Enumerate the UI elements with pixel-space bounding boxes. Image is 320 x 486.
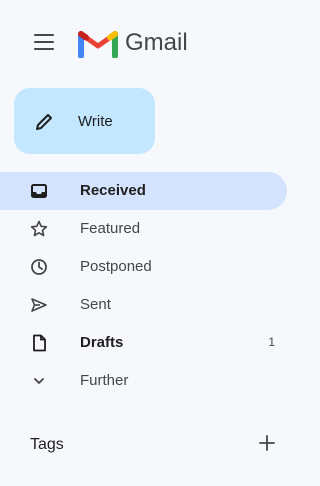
nav-item-sent[interactable]: Sent — [0, 286, 305, 324]
nav-item-postponed[interactable]: Postponed — [0, 248, 305, 286]
nav-item-label: Drafts — [80, 334, 124, 351]
inbox-icon — [31, 184, 47, 198]
drafts-count: 1 — [268, 335, 275, 349]
tags-heading: Tags — [30, 436, 64, 453]
nav-item-label: Further — [80, 372, 129, 389]
nav-item-label: Postponed — [80, 258, 152, 275]
clock-icon — [31, 259, 47, 275]
menu-icon[interactable] — [34, 34, 54, 50]
plus-icon[interactable] — [258, 434, 276, 452]
pencil-icon — [36, 114, 52, 130]
app-brand: Gmail — [125, 29, 188, 56]
write-button-label: Write — [78, 113, 113, 130]
star-icon — [30, 220, 48, 237]
chevron-down-icon — [34, 378, 44, 384]
send-icon — [31, 298, 47, 312]
nav-item-label: Received — [80, 182, 146, 199]
nav-item-label: Featured — [80, 220, 141, 237]
tags-section: Tags — [0, 426, 305, 466]
nav-item-received[interactable]: Received — [0, 172, 287, 210]
nav-item-label: Sent — [80, 296, 111, 313]
top-bar: Gmail — [0, 0, 305, 84]
nav-item-drafts[interactable]: Drafts 1 — [0, 324, 305, 362]
nav-item-further[interactable]: Further — [0, 362, 305, 400]
gmail-logo — [78, 31, 118, 58]
nav-list: Received Featured Postponed Sent Drafts … — [0, 172, 305, 400]
file-icon — [33, 334, 46, 352]
write-button[interactable]: Write — [14, 88, 155, 154]
nav-item-featured[interactable]: Featured — [0, 210, 305, 248]
